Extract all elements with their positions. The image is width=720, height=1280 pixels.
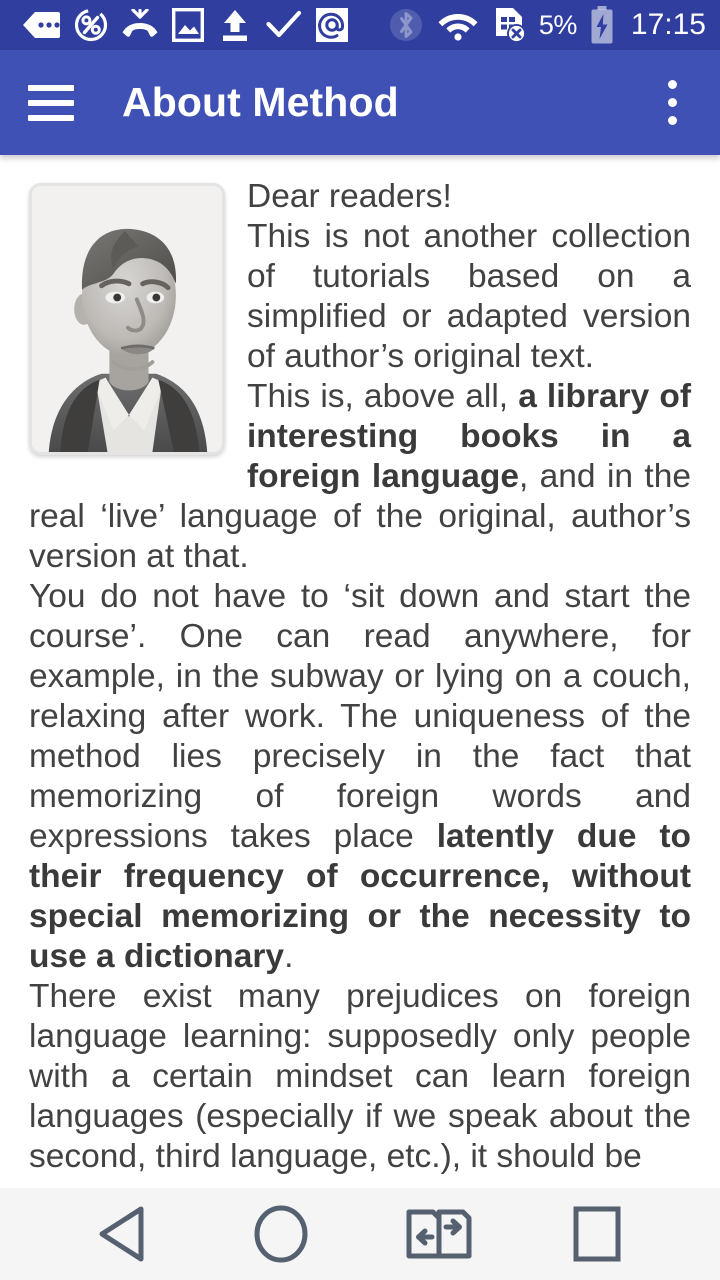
battery-percent-label: 5%: [538, 9, 578, 40]
hamburger-line: [28, 84, 74, 91]
upload-icon: [223, 10, 247, 41]
portrait-image: [32, 186, 222, 452]
hamburger-line: [28, 99, 74, 106]
hamburger-menu-icon[interactable]: [28, 80, 74, 126]
status-bar-clock: 17:15: [630, 8, 706, 41]
hamburger-line: [28, 114, 74, 121]
wifi-icon: [438, 14, 478, 41]
status-bar-system-icons: 5% 17:15: [388, 6, 706, 44]
app-bar: About Method: [0, 50, 720, 155]
status-bar-notification-icons: [22, 8, 348, 42]
overflow-dot: [667, 116, 677, 125]
content-scroll-area[interactable]: Dear readers! This is not another collec…: [0, 155, 720, 1188]
system-navigation-bar: [0, 1188, 720, 1280]
battery-charging-icon: [591, 6, 613, 44]
text-run: This is, above all,: [247, 378, 519, 415]
switch-apps-icon: [406, 1209, 472, 1259]
bluetooth-icon: [389, 9, 422, 41]
missed-call-icon: [122, 9, 158, 37]
back-button[interactable]: [69, 1188, 177, 1280]
article-body: Dear readers! This is not another collec…: [0, 155, 720, 1177]
recents-button[interactable]: [543, 1188, 651, 1280]
text-run: There exist many prejudices on foreign l…: [29, 978, 691, 1175]
page-title: About Method: [122, 79, 399, 125]
overflow-menu-icon[interactable]: [652, 79, 692, 127]
phone-screen: 5% 17:15 About Method Dear readers! This…: [0, 0, 720, 1280]
message-bubble-icon: [23, 12, 60, 38]
home-circle-icon: [254, 1205, 308, 1263]
paragraph-method: You do not have to ‘sit down and start t…: [29, 577, 691, 977]
text-run: You do not have to ‘sit down and start t…: [29, 578, 691, 855]
back-triangle-icon: [99, 1206, 144, 1262]
switch-apps-button[interactable]: [385, 1188, 493, 1280]
text-run: This is not another collection of tutori…: [247, 218, 691, 375]
email-at-icon: [316, 8, 348, 42]
no-sim-icon: [495, 8, 526, 43]
recents-square-icon: [573, 1206, 621, 1262]
text-run: Dear readers!: [247, 178, 452, 215]
status-bar: 5% 17:15: [0, 0, 720, 50]
home-button[interactable]: [227, 1188, 335, 1280]
author-portrait: [29, 183, 225, 455]
overflow-dot: [667, 98, 677, 107]
image-icon: [172, 8, 204, 42]
paragraph-prejudices: There exist many prejudices on foreign l…: [29, 977, 691, 1177]
overflow-dot: [667, 80, 677, 89]
checkmark-icon: [266, 10, 302, 38]
percent-circle-icon: [74, 8, 108, 42]
text-run: .: [284, 938, 294, 975]
